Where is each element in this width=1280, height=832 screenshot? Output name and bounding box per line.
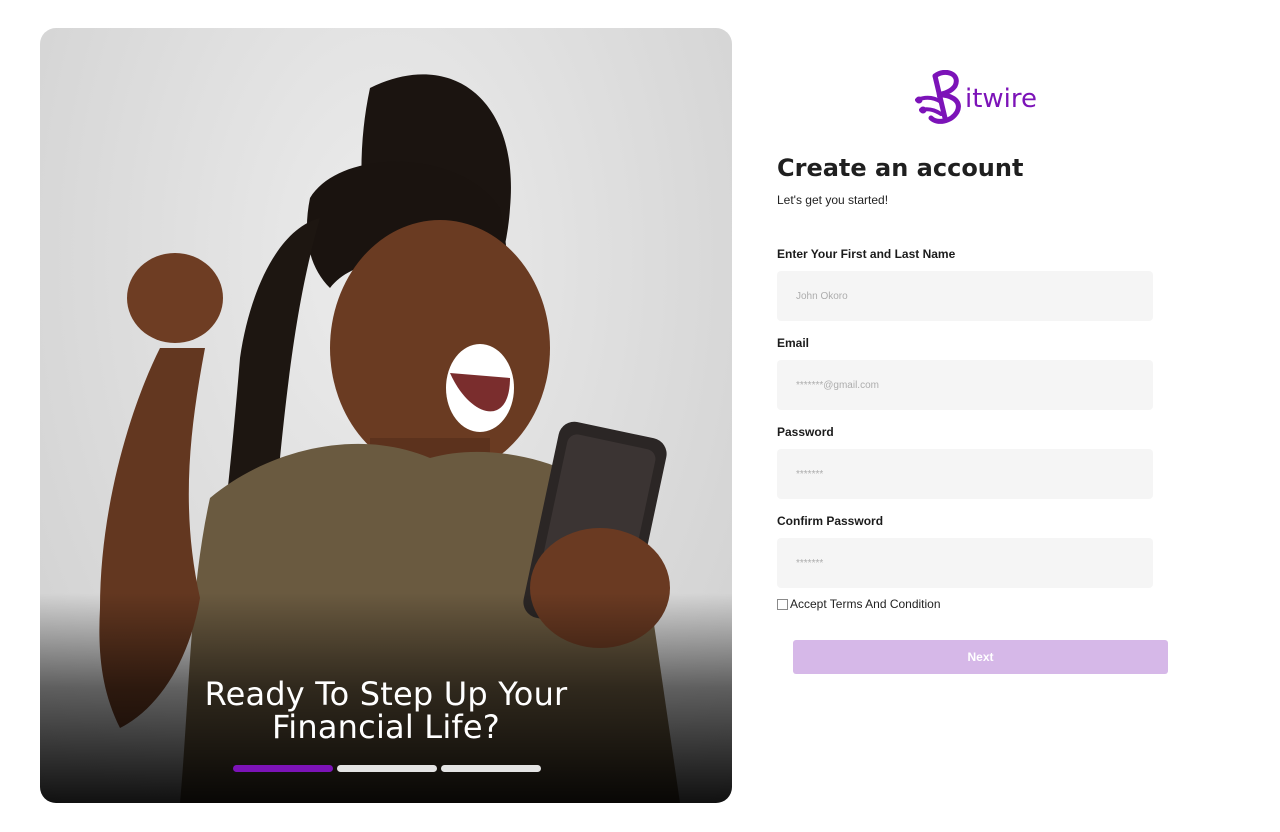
confirm-password-field-label: Confirm Password xyxy=(777,514,884,528)
terms-checkbox[interactable] xyxy=(777,598,788,610)
name-field[interactable] xyxy=(777,271,1153,321)
page-subtitle: Let's get you started! xyxy=(777,193,889,207)
hero-caption-line-2: Financial Life? xyxy=(272,708,500,746)
hero-caption-line-1: Ready To Step Up Your xyxy=(204,675,568,713)
carousel-dot-3[interactable] xyxy=(441,765,541,772)
carousel-dot-1[interactable] xyxy=(233,765,333,772)
confirm-password-field[interactable] xyxy=(777,538,1153,588)
page-title: Create an account xyxy=(777,154,1024,182)
bitwire-wordmark: itwire xyxy=(965,84,1038,114)
carousel-dot-2[interactable] xyxy=(337,765,437,772)
email-field-label: Email xyxy=(777,336,810,350)
next-button[interactable]: Next xyxy=(793,640,1168,674)
hero-image-panel: Ready To Step Up Your Financial Life? xyxy=(40,28,732,803)
name-field-label: Enter Your First and Last Name xyxy=(777,247,956,261)
password-field[interactable] xyxy=(777,449,1153,499)
terms-row[interactable]: Accept Terms And Condition xyxy=(777,597,941,611)
carousel-indicators xyxy=(233,765,541,772)
bitwire-logo: itwire xyxy=(915,70,1037,126)
email-field[interactable] xyxy=(777,360,1153,410)
hero-caption: Ready To Step Up Your Financial Life? xyxy=(40,678,732,744)
terms-label: Accept Terms And Condition xyxy=(790,597,941,611)
password-field-label: Password xyxy=(777,425,834,439)
